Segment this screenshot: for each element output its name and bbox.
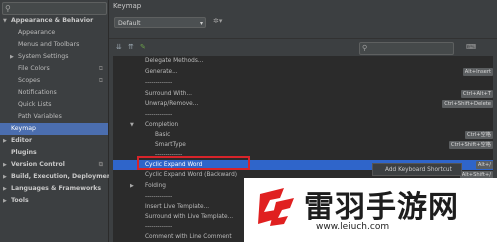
- list-item[interactable]: Generate... Alt+Insert: [113, 67, 493, 77]
- list-item[interactable]: Surround With... Ctrl+Alt+T: [113, 89, 493, 99]
- watermark-logo-icon: [258, 188, 294, 226]
- chevron-right-icon: ▶: [130, 183, 134, 189]
- settings-search-input[interactable]: ⚲: [2, 2, 107, 15]
- watermark-url: www.leiuch.com: [316, 222, 390, 232]
- search-icon: ⚲: [5, 4, 11, 13]
- chevron-right-icon: ▶: [3, 174, 7, 180]
- watermark-text: 雷羽手游网: [304, 190, 459, 225]
- gear-icon[interactable]: ✲▾: [213, 17, 222, 25]
- sidebar-item-quick-lists[interactable]: Quick Lists: [0, 99, 108, 111]
- chevron-down-icon: ▼: [3, 18, 7, 24]
- shortcut-badge: Ctrl+Alt+T: [460, 90, 493, 98]
- chevron-right-icon: ▶: [3, 162, 7, 168]
- sidebar-item-appearance[interactable]: Appearance: [0, 27, 108, 39]
- project-settings-icon: ⧉: [98, 161, 103, 168]
- project-settings-icon: ⧉: [98, 65, 103, 72]
- sidebar-item-editor[interactable]: ▶ Editor: [0, 135, 108, 147]
- chevron-right-icon: ▶: [3, 138, 7, 144]
- chevron-right-icon: ▶: [3, 198, 7, 204]
- list-item[interactable]: Delegate Methods...: [113, 56, 493, 66]
- chevron-right-icon: ▶: [10, 54, 14, 60]
- chevron-down-icon: ▾: [199, 20, 203, 27]
- context-menu-add-shortcut[interactable]: Add Keyboard Shortcut: [372, 163, 462, 176]
- sidebar-item-system-settings[interactable]: ▶ System Settings: [0, 51, 108, 63]
- shortcut-badge: Alt+/: [475, 161, 493, 169]
- collapse-all-icon[interactable]: ⇈: [128, 43, 134, 51]
- keymap-select[interactable]: Default ▾: [114, 17, 206, 28]
- highlight-box: [137, 156, 250, 170]
- watermark: 雷羽手游网 www.leiuch.com: [244, 178, 497, 242]
- sidebar-item-file-colors[interactable]: File Colors ⧉: [0, 63, 108, 75]
- shortcut-badge: Ctrl+Shift+Delete: [442, 100, 493, 108]
- find-by-shortcut-icon[interactable]: ⌨: [466, 43, 476, 51]
- sidebar-item-menus-toolbars[interactable]: Menus and Toolbars: [0, 39, 108, 51]
- sidebar-item-tools[interactable]: ▶ Tools: [0, 195, 108, 207]
- sidebar-item-appearance-behavior[interactable]: ▼ Appearance & Behavior: [0, 15, 108, 27]
- sidebar-item-keymap[interactable]: Keymap: [0, 123, 108, 135]
- shortcut-badge: Ctrl+Shift+空格: [448, 141, 493, 149]
- list-item[interactable]: Unwrap/Remove... Ctrl+Shift+Delete: [113, 99, 493, 109]
- shortcut-badge: Alt+Insert: [462, 68, 493, 76]
- sidebar-item-scopes[interactable]: Scopes ⧉: [0, 75, 108, 87]
- settings-sidebar: ⚲ ▼ Appearance & Behavior Appearance Men…: [0, 0, 114, 242]
- list-item[interactable]: ▼ Completion: [113, 120, 493, 130]
- sidebar-item-plugins[interactable]: Plugins: [0, 147, 108, 159]
- sidebar-item-notifications[interactable]: Notifications: [0, 87, 108, 99]
- search-icon: ⚲: [362, 44, 368, 52]
- sidebar-item-languages-frameworks[interactable]: ▶ Languages & Frameworks: [0, 183, 108, 195]
- list-item[interactable]: SmartType Ctrl+Shift+空格: [113, 140, 493, 150]
- shortcut-badge: Ctrl+空格: [465, 131, 493, 139]
- sidebar-item-path-variables[interactable]: Path Variables: [0, 111, 108, 123]
- sidebar-item-version-control[interactable]: ▶ Version Control ⧉: [0, 159, 108, 171]
- edit-icon[interactable]: ✎: [140, 43, 146, 51]
- expand-all-icon[interactable]: ⇊: [116, 43, 122, 51]
- divider: [109, 38, 497, 39]
- project-settings-icon: ⧉: [98, 77, 103, 84]
- sidebar-item-build-execution[interactable]: ▶ Build, Execution, Deployment: [0, 171, 114, 183]
- page-title: Keymap: [113, 2, 142, 10]
- list-item: -------------: [145, 80, 173, 86]
- action-search-input[interactable]: ⚲: [359, 42, 454, 55]
- list-item: -------------: [145, 112, 173, 118]
- list-item[interactable]: Basic Ctrl+空格: [113, 130, 493, 140]
- chevron-down-icon: ▼: [130, 122, 134, 128]
- chevron-right-icon: ▶: [3, 186, 7, 192]
